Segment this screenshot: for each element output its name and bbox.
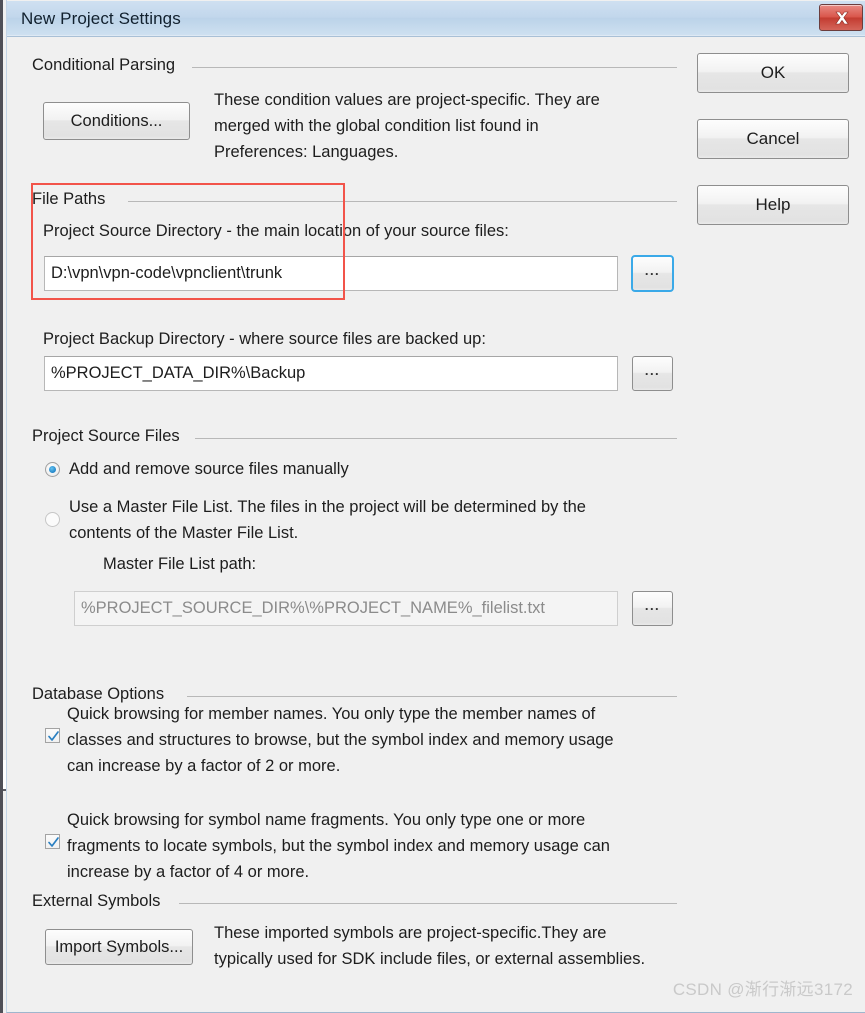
window-title: New Project Settings [21, 9, 181, 28]
ellipsis-icon: ... [644, 362, 661, 378]
ellipsis-icon: ... [644, 262, 661, 278]
checkbox-quick-browse-symbol-fragments-label: Quick browsing for symbol name fragments… [67, 811, 610, 881]
radio-use-master-file-list[interactable] [45, 512, 60, 527]
conditional-parsing-description: These condition values are project-speci… [214, 91, 600, 161]
border-artifact [3, 760, 6, 790]
help-button[interactable]: Help [697, 185, 849, 225]
checkmark-icon [48, 731, 59, 741]
close-button[interactable] [819, 4, 863, 31]
group-label-database-options: Database Options [32, 685, 173, 704]
external-symbols-description: These imported symbols are project-speci… [214, 924, 646, 968]
checkbox-quick-browse-member-names[interactable] [45, 728, 60, 743]
cancel-button[interactable]: Cancel [697, 119, 849, 159]
ellipsis-icon: ... [644, 597, 661, 613]
border-artifact-line [3, 789, 6, 791]
title-bar: New Project Settings [7, 1, 865, 37]
import-symbols-button[interactable]: Import Symbols... [45, 929, 193, 965]
watermark: CSDN @渐行渐远3172 [672, 980, 853, 999]
source-directory-input[interactable]: D:\vpn\vpn-code\vpnclient\trunk [44, 256, 618, 291]
group-label-conditional-parsing: Conditional Parsing [32, 56, 184, 75]
group-label-external-symbols: External Symbols [32, 892, 169, 911]
group-rule [187, 696, 677, 697]
ok-button[interactable]: OK [697, 53, 849, 93]
radio-use-master-file-list-label: Use a Master File List. The files in the… [69, 498, 586, 542]
master-file-list-path-input[interactable]: %PROJECT_SOURCE_DIR%\%PROJECT_NAME%_file… [74, 591, 618, 626]
backup-directory-input[interactable]: %PROJECT_DATA_DIR%\Backup [44, 356, 618, 391]
radio-add-remove-manually[interactable] [45, 462, 60, 477]
checkmark-icon [48, 837, 59, 847]
dialog-window: New Project Settings OK Cancel Help Cond… [0, 0, 865, 1013]
source-directory-browse-button[interactable]: ... [631, 255, 674, 292]
group-label-project-source-files: Project Source Files [32, 427, 188, 446]
group-rule [195, 438, 677, 439]
conditions-button[interactable]: Conditions... [43, 102, 190, 140]
radio-add-remove-manually-label: Add and remove source files manually [69, 460, 349, 478]
backup-directory-label: Project Backup Directory - where source … [43, 330, 486, 348]
backup-directory-browse-button[interactable]: ... [632, 356, 673, 391]
master-file-list-browse-button[interactable]: ... [632, 591, 673, 626]
source-directory-label: Project Source Directory - the main loca… [43, 222, 509, 240]
group-rule [128, 201, 677, 202]
dialog-content: OK Cancel Help Conditional Parsing Condi… [7, 37, 865, 1012]
master-file-list-path-label: Master File List path: [103, 555, 257, 573]
group-rule [179, 903, 677, 904]
close-icon [835, 11, 849, 25]
group-label-file-paths: File Paths [32, 190, 114, 209]
group-rule [192, 67, 677, 68]
checkbox-quick-browse-member-names-label: Quick browsing for member names. You onl… [67, 705, 614, 775]
checkbox-quick-browse-symbol-fragments[interactable] [45, 834, 60, 849]
